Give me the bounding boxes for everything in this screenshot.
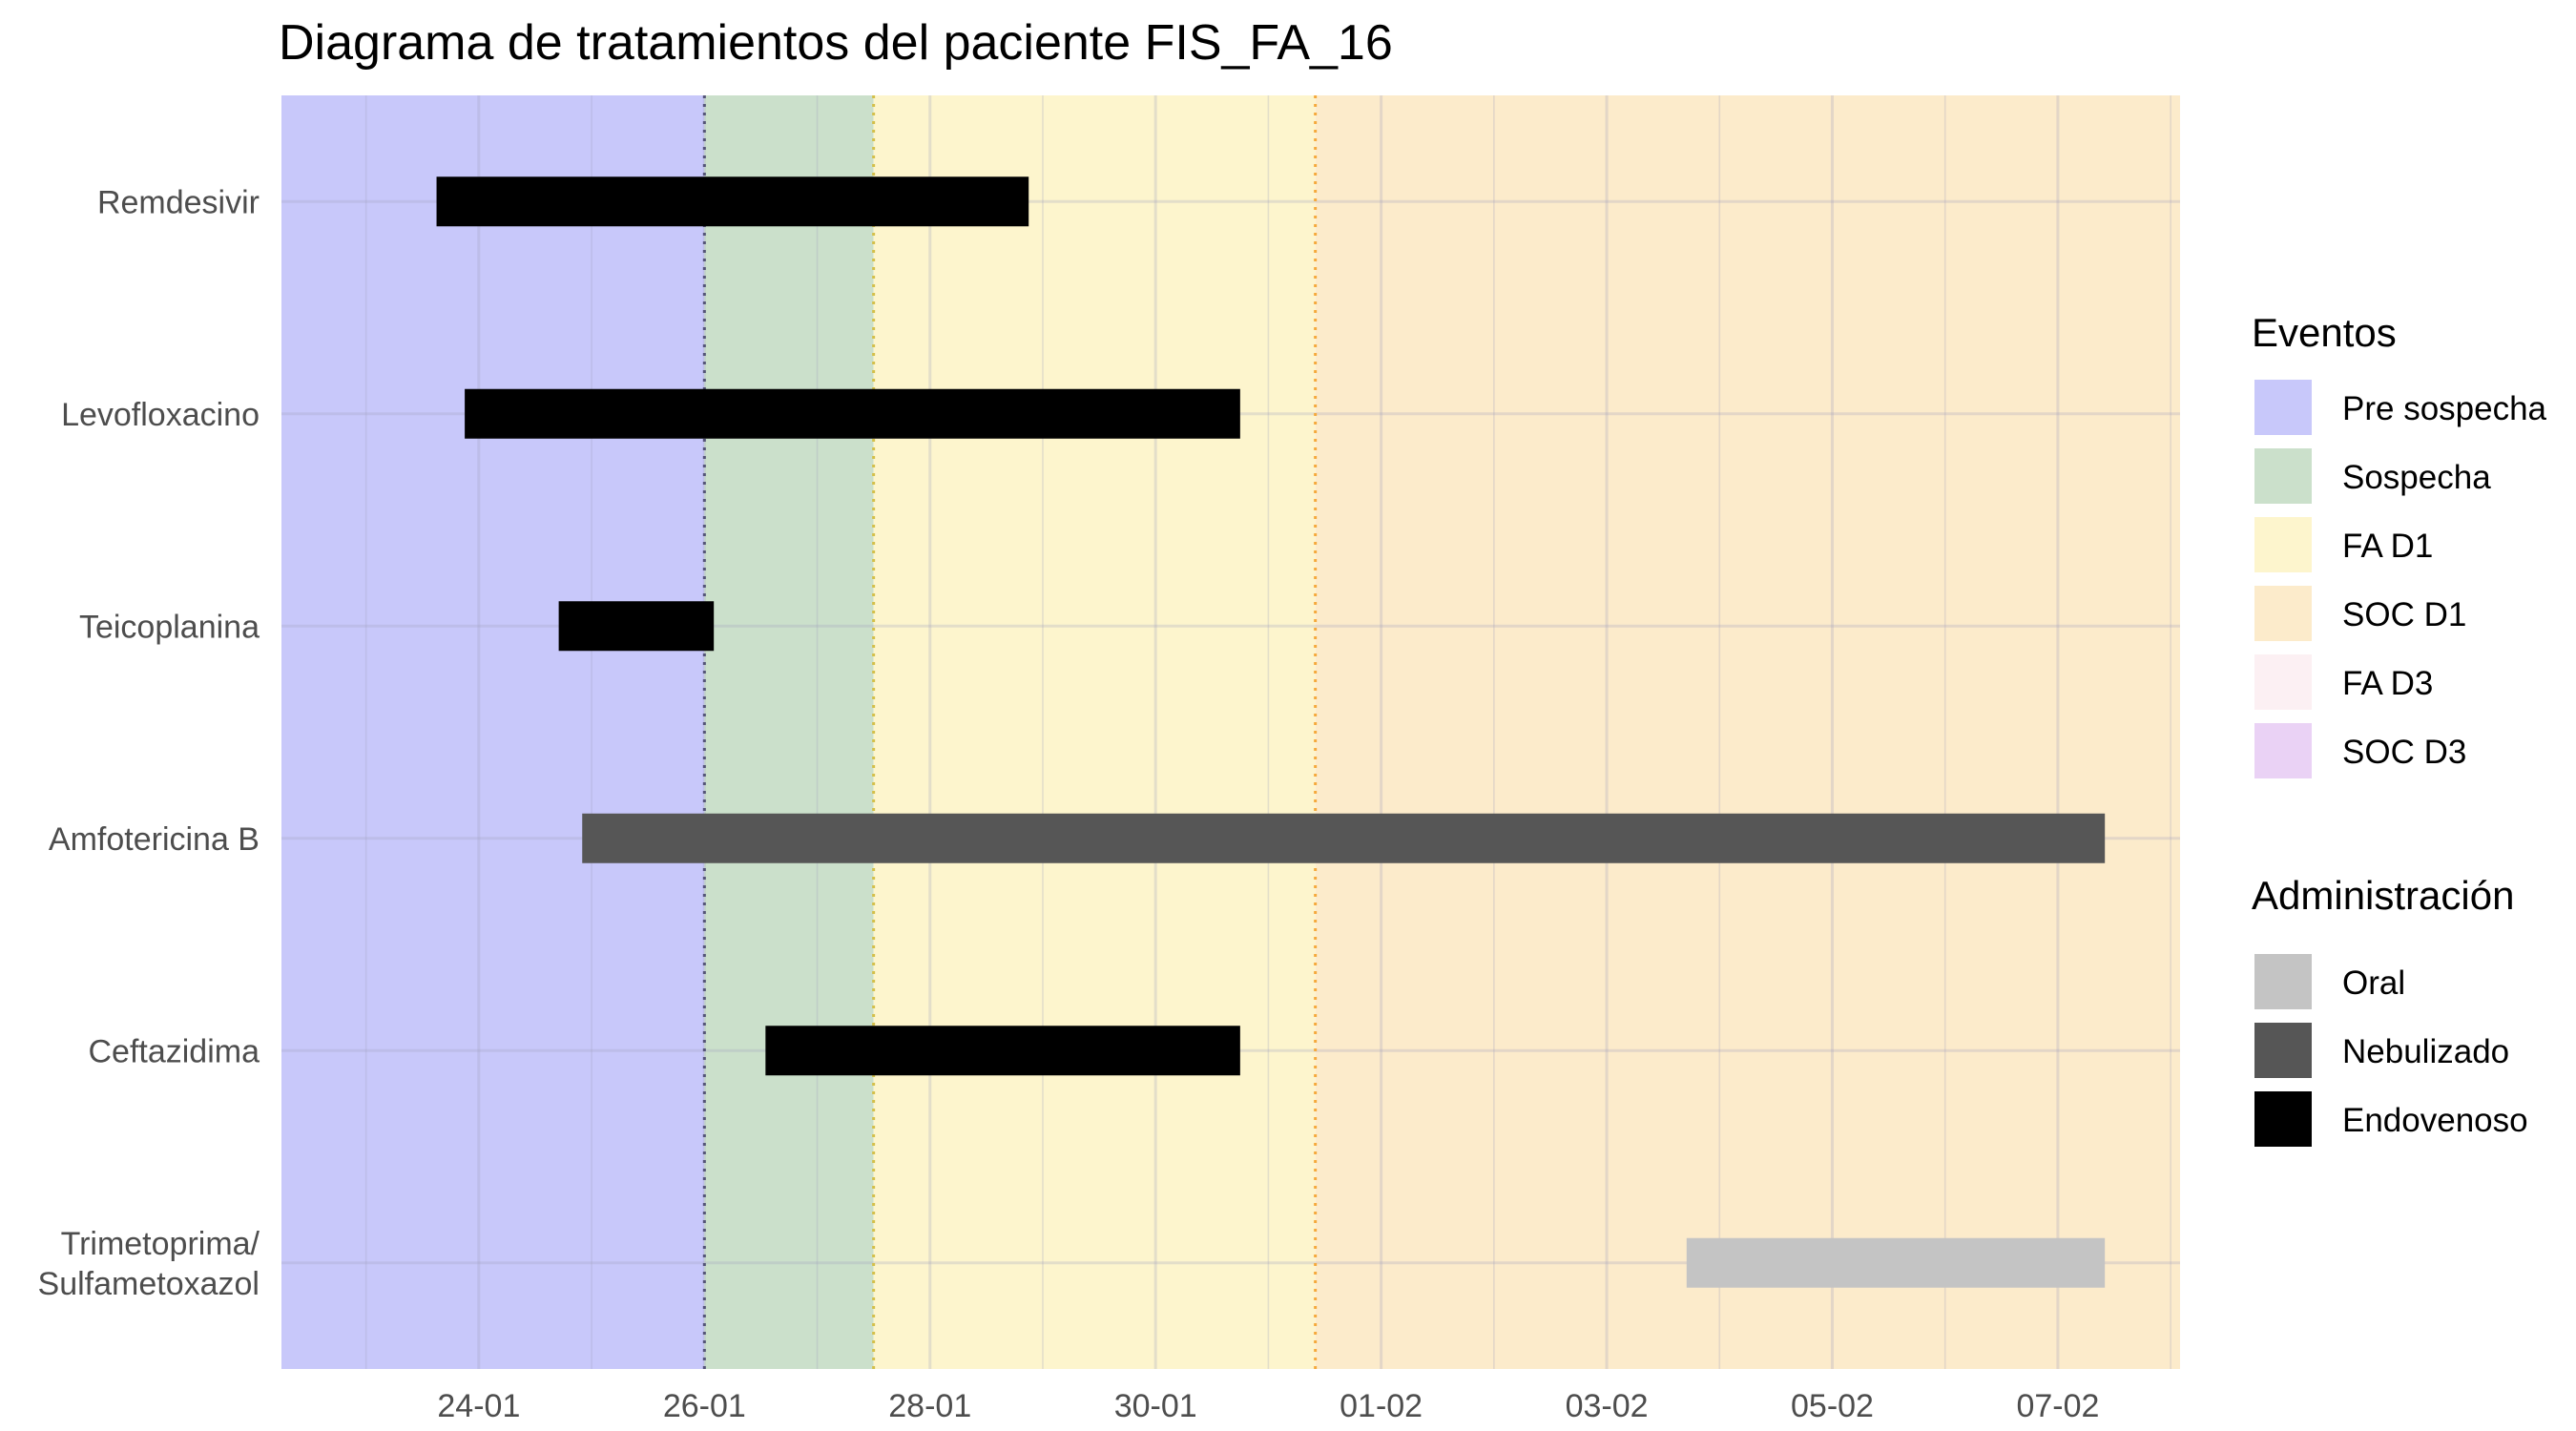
bar-ceftazidima — [765, 1026, 1240, 1076]
x-tick-label: 24-01 — [437, 1388, 520, 1424]
bar-teicoplanina — [558, 601, 715, 652]
y-tick-teicoplanina: Teicoplanina — [79, 609, 260, 645]
legends: Eventos Pre sospecha Sospecha FA D1 SOC D1 FA… — [2252, 310, 2547, 1147]
legend-label-pre-sospecha: Pre sospecha — [2342, 390, 2547, 427]
legend-label-soc-d1: SOC D1 — [2342, 596, 2466, 633]
x-tick-label: 03-02 — [1566, 1388, 1649, 1424]
legend-label-soc-d3: SOC D3 — [2342, 734, 2466, 771]
y-tick-labels: Remdesivir Levofloxacino Teicoplanina Amfot… — [38, 184, 260, 1302]
bar-amfotericina-b — [582, 813, 2106, 863]
legend-key-endovenoso — [2254, 1091, 2312, 1147]
chart-canvas: Diagrama de tratamientos del paciente FI… — [38, 15, 2547, 1424]
x-tick-labels: 24-01 26-01 28-01 30-01 01-02 03-02 05-02 07-02 — [437, 1388, 2099, 1424]
legend-label-fa-d3: FA D3 — [2342, 665, 2433, 702]
legend-label-endovenoso: Endovenoso — [2342, 1102, 2528, 1139]
legend-label-oral: Oral — [2342, 964, 2405, 1002]
y-tick-levofloxacino: Levofloxacino — [61, 397, 260, 433]
phase-sospecha — [704, 95, 874, 1369]
x-tick-label: 05-02 — [1791, 1388, 1874, 1424]
legend-label-nebulizado: Nebulizado — [2342, 1033, 2509, 1070]
legend-title: Eventos — [2252, 310, 2397, 355]
legend-key-soc-d1 — [2254, 586, 2312, 641]
y-tick-remdesivir: Remdesivir — [97, 184, 260, 220]
legend-title: Administración — [2252, 873, 2514, 918]
legend-key-pre-sospecha — [2254, 380, 2312, 435]
y-tick-amfotericina-b: Amfotericina B — [49, 821, 260, 858]
x-tick-label: 26-01 — [663, 1388, 746, 1424]
bar-levofloxacino — [465, 388, 1240, 439]
phase-fa-d1 — [873, 95, 1316, 1369]
legend-label-fa-d1: FA D1 — [2342, 528, 2433, 565]
bar-remdesivir — [436, 176, 1029, 227]
phase-pre-sospecha — [281, 95, 705, 1369]
legend-key-fa-d1 — [2254, 517, 2312, 572]
bar-trimetoprima-sulfametoxazol — [1686, 1237, 2106, 1288]
legend-key-fa-d3 — [2254, 654, 2312, 710]
chart-title: Diagrama de tratamientos del paciente FI… — [279, 15, 1393, 71]
legend-label-sospecha: Sospecha — [2342, 459, 2491, 496]
y-tick-ceftazidima: Ceftazidima — [88, 1033, 260, 1069]
y-tick-trimetoprima-sulfametoxazol: Trimetoprima/Sulfametoxazol — [38, 1226, 260, 1302]
x-tick-label: 28-01 — [888, 1388, 971, 1424]
legend-key-soc-d3 — [2254, 723, 2312, 778]
legend-key-oral — [2254, 954, 2312, 1009]
x-tick-label: 01-02 — [1340, 1388, 1423, 1424]
phase-soc-d1 — [1315, 95, 2180, 1369]
legend-key-sospecha — [2254, 448, 2312, 504]
x-tick-label: 30-01 — [1114, 1388, 1197, 1424]
x-tick-label: 07-02 — [2016, 1388, 2099, 1424]
treatment-chart: Diagrama de tratamientos del paciente FI… — [0, 0, 2576, 1431]
phase-backgrounds — [281, 95, 2180, 1369]
legend-eventos: Eventos Pre sospecha Sospecha FA D1 SOC D1 FA… — [2252, 310, 2547, 778]
legend-key-nebulizado — [2254, 1023, 2312, 1078]
legend-administraci-n: Administración Oral Nebulizado Endovenoso — [2252, 873, 2528, 1147]
